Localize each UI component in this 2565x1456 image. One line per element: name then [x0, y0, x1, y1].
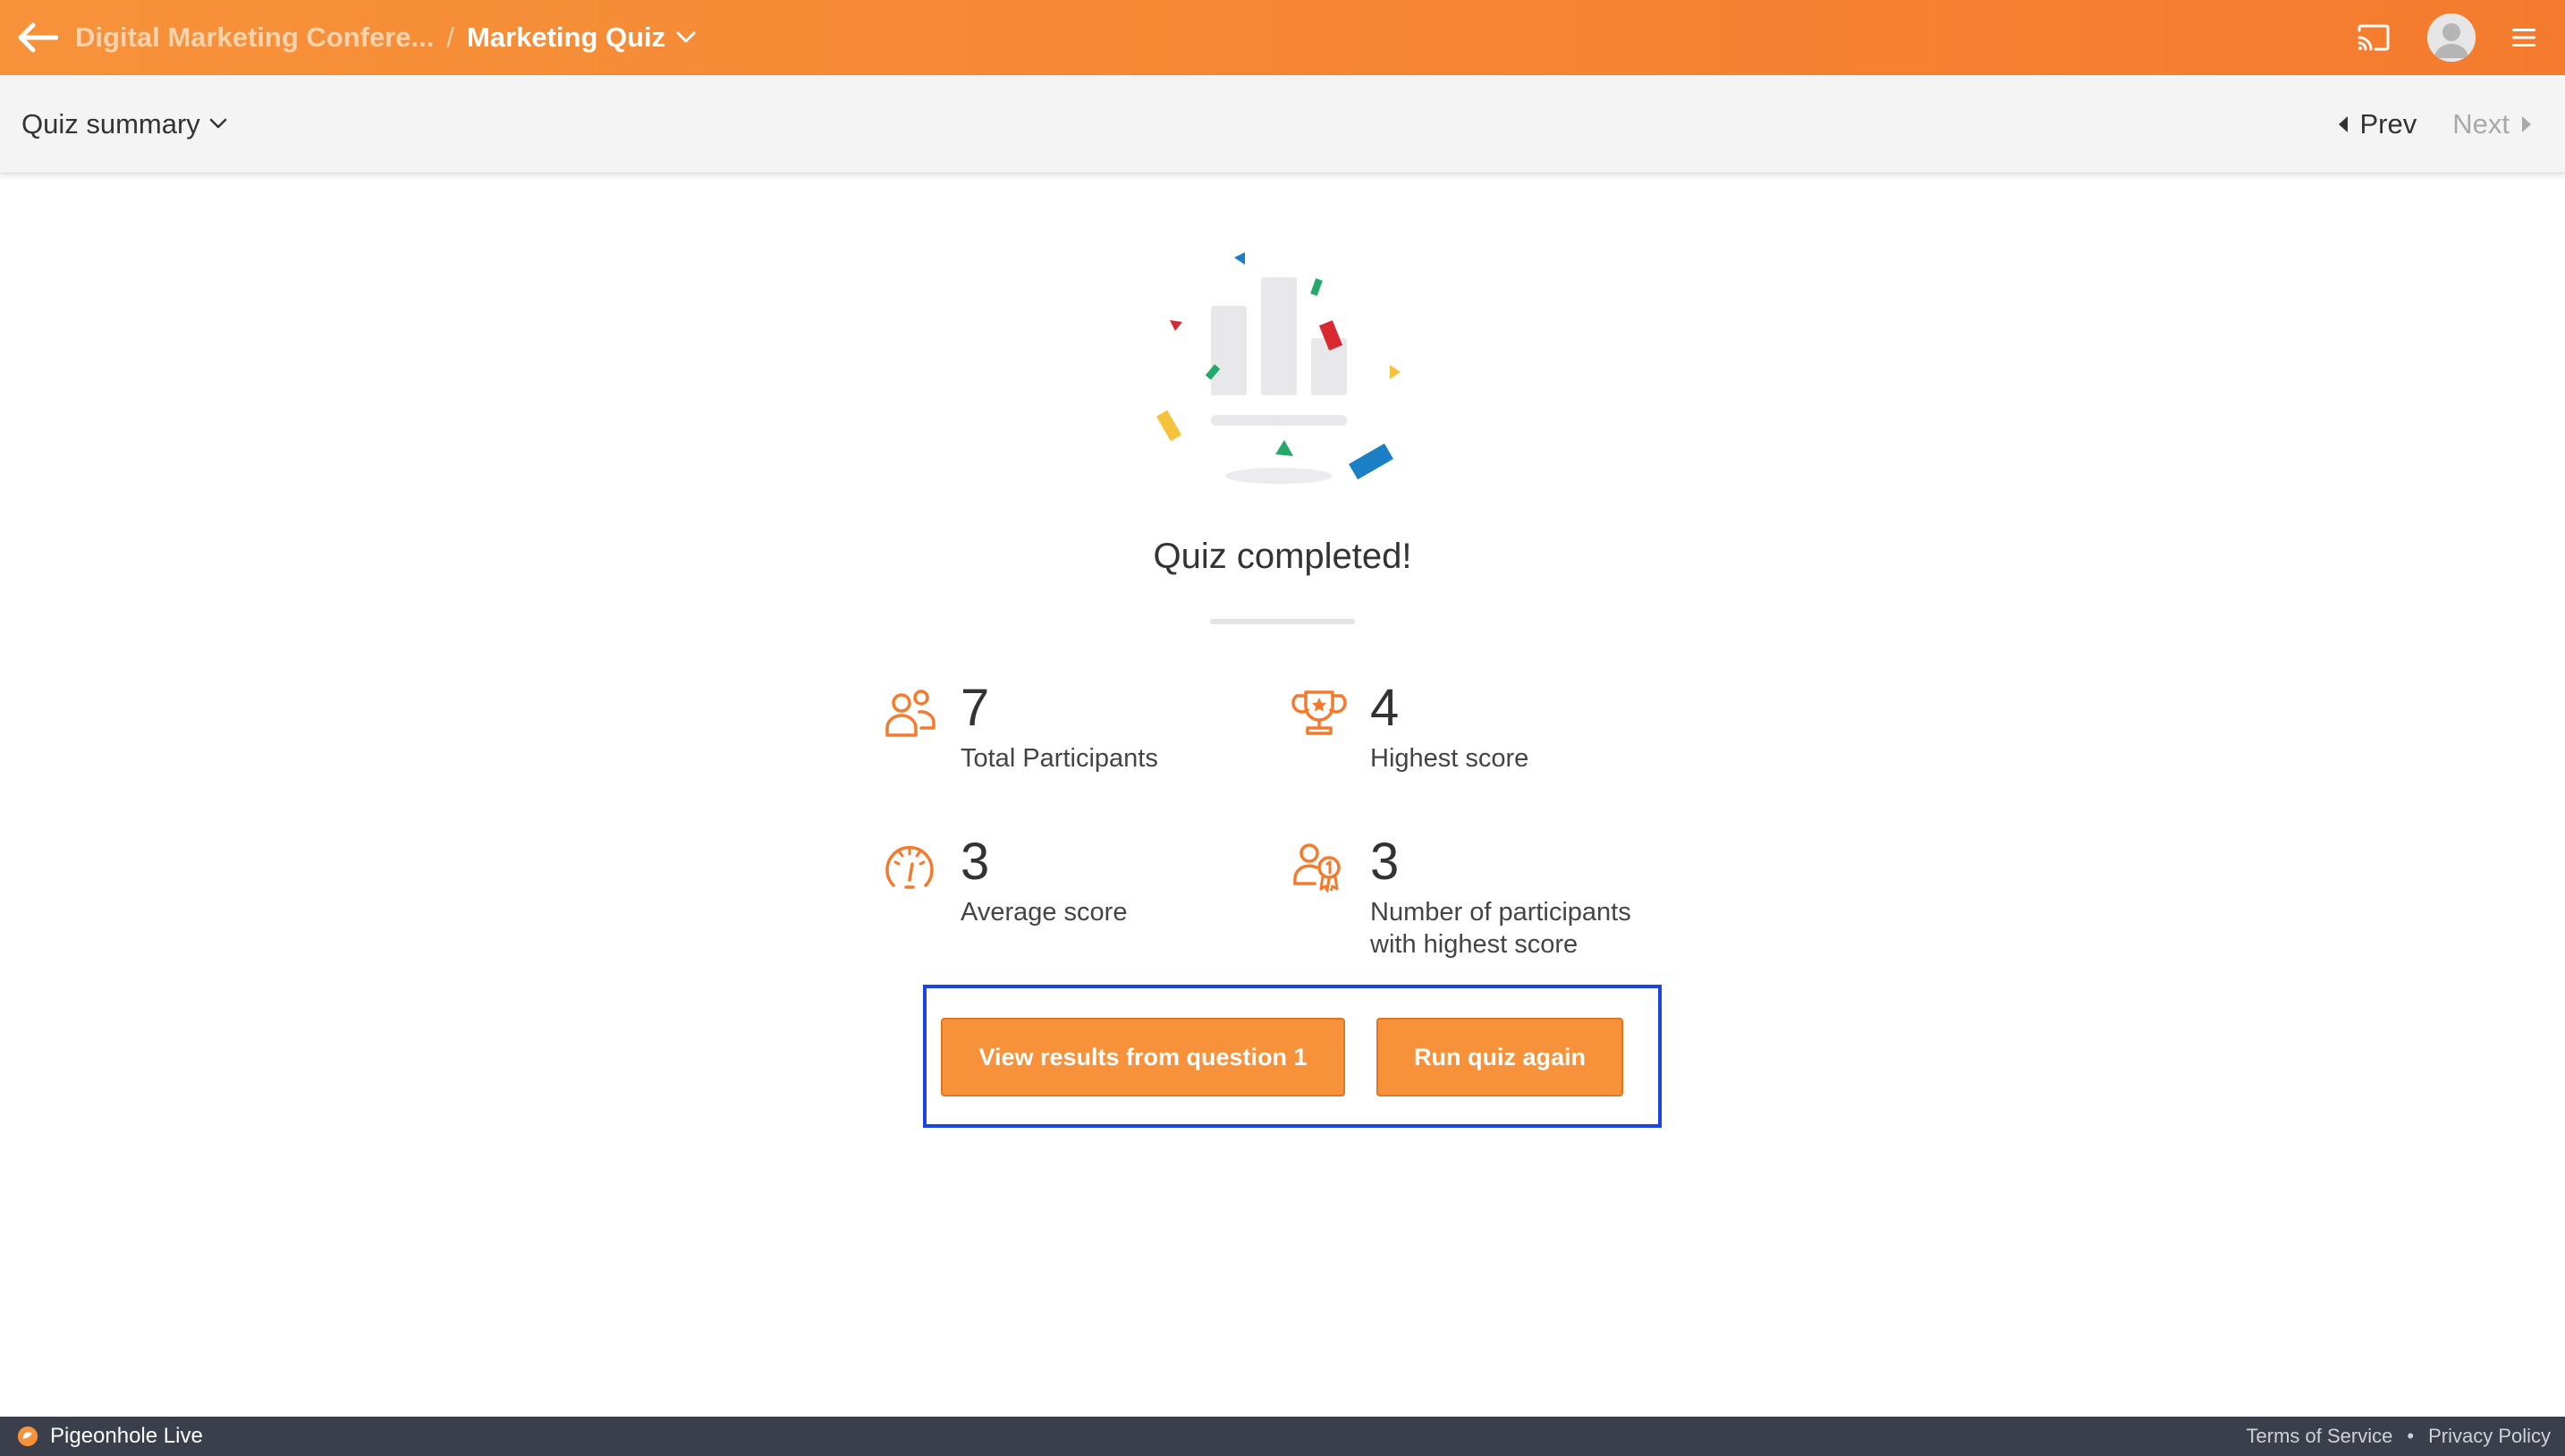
stat-text: 3 Average score — [961, 834, 1127, 928]
participants-icon — [885, 690, 935, 737]
breadcrumb-separator: / — [446, 21, 454, 53]
breadcrumb-current-dropdown[interactable]: Marketing Quiz — [467, 21, 696, 54]
breadcrumb-event[interactable]: Digital Marketing Confere... — [75, 21, 434, 54]
stat-average-score: 3 Average score — [882, 834, 1127, 928]
speedometer-icon — [885, 845, 934, 889]
menu-button[interactable] — [2506, 20, 2542, 55]
footer-brand-label: Pigeonhole Live — [50, 1424, 203, 1448]
stat-label: Highest score — [1370, 744, 1529, 773]
next-label: Next — [2452, 108, 2510, 140]
stat-participants-highest-score: 3 Number of participants with highest sc… — [1291, 834, 1631, 961]
stat-label-line: with highest score — [1370, 930, 1579, 959]
privacy-link[interactable]: Privacy Policy — [2428, 1425, 2551, 1448]
prev-label: Prev — [2359, 108, 2417, 140]
stat-text: 4 Highest score — [1370, 680, 1528, 775]
user-avatar[interactable] — [2427, 13, 2476, 62]
caret-right-icon — [2522, 116, 2531, 132]
back-button[interactable] — [0, 0, 75, 75]
title-divider — [1210, 619, 1355, 624]
quiz-completed-title: Quiz completed! — [1153, 537, 1412, 576]
stat-value: 3 — [961, 833, 990, 891]
hamburger-menu-icon — [2512, 29, 2535, 47]
footer-links: Terms of Service • Privacy Policy — [2247, 1417, 2551, 1456]
user-icon — [2427, 13, 2476, 62]
next-button[interactable]: Next — [2452, 108, 2533, 140]
pagination-nav: Prev Next — [2337, 75, 2534, 174]
stat-total-participants: 7 Total Participants — [882, 680, 1158, 775]
view-results-button[interactable]: View results from question 1 — [941, 1018, 1345, 1096]
cast-icon — [2358, 24, 2390, 51]
caret-left-icon — [2338, 116, 2348, 132]
stat-text: 3 Number of participants with highest sc… — [1370, 834, 1631, 961]
top-bar: Digital Marketing Confere... / Marketing… — [0, 0, 2565, 75]
chevron-down-icon — [676, 31, 696, 43]
chevron-down-icon — [209, 118, 227, 129]
footer-separator: • — [2407, 1425, 2415, 1447]
stat-value: 4 — [1370, 679, 1400, 737]
top-participants-icon — [1293, 843, 1341, 893]
stat-value: 3 — [1370, 833, 1400, 891]
prev-button[interactable]: Prev — [2337, 108, 2417, 140]
stat-label-line: Number of participants — [1370, 898, 1631, 927]
footer-brand[interactable]: Pigeonhole Live — [18, 1424, 203, 1449]
arrow-left-icon — [18, 22, 58, 53]
view-selector-dropdown[interactable]: Quiz summary — [21, 108, 227, 140]
stat-value: 7 — [961, 679, 990, 737]
terms-link[interactable]: Terms of Service — [2247, 1425, 2393, 1448]
run-quiz-again-button[interactable]: Run quiz again — [1376, 1018, 1623, 1096]
pigeonhole-logo-icon — [18, 1426, 38, 1446]
stat-label: Number of participants with highest scor… — [1370, 896, 1631, 961]
quiz-complete-illustration — [1156, 252, 1401, 484]
stat-text: 7 Total Participants — [961, 680, 1158, 775]
view-selector-label: Quiz summary — [21, 107, 200, 140]
stat-label: Total Participants — [961, 744, 1158, 773]
stat-highest-score: 4 Highest score — [1291, 680, 1528, 775]
footer: Pigeonhole Live Terms of Service • Priva… — [0, 1417, 2565, 1456]
top-bar-actions — [2354, 0, 2565, 75]
breadcrumb-current-label: Marketing Quiz — [466, 21, 666, 53]
sub-header: Quiz summary Prev Next — [0, 75, 2565, 174]
trophy-icon — [1291, 690, 1347, 735]
stat-label: Average score — [961, 898, 1128, 927]
cast-button[interactable] — [2354, 18, 2393, 57]
